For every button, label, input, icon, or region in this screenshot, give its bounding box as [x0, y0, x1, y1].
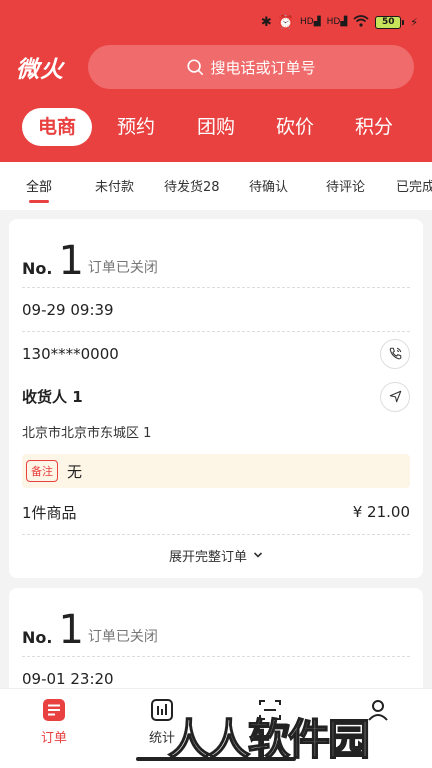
phone-icon — [389, 347, 401, 360]
app-header: ✱ ⏰ HD▟ HD▟ 50 ⚡ 微火 搜电话或订单号 电商 预约 团购 砍价 … — [0, 0, 432, 162]
receiver-address: 北京市北京市东城区 1 — [22, 425, 152, 441]
tab-to-ship[interactable]: 待发货28 — [164, 176, 220, 195]
hd-signal-icon: HD▟ — [326, 16, 348, 27]
nav-orders[interactable]: 订单 — [24, 697, 84, 746]
navigation-arrow-icon — [389, 390, 401, 403]
order-icon — [43, 699, 65, 721]
battery-level: 50 — [375, 15, 402, 29]
search-placeholder: 搜电话或订单号 — [210, 58, 316, 77]
order-number-row: No. 1 订单已关闭 — [22, 588, 410, 650]
charging-icon: ⚡ — [410, 15, 418, 29]
search-icon — [187, 59, 204, 76]
category-points[interactable]: 积分 — [352, 108, 396, 146]
expand-order-button[interactable]: 展开完整订单 — [22, 535, 410, 575]
order-number-row: No. 1 订单已关闭 — [22, 219, 410, 281]
order-number: 1 — [58, 607, 84, 653]
goods-count: 1件商品 — [22, 503, 77, 522]
receiver-name: 收货人 1 — [22, 388, 83, 406]
order-status: 订单已关闭 — [87, 260, 158, 276]
search-input[interactable]: 搜电话或订单号 — [88, 45, 414, 89]
order-time: 09-29 09:39 — [22, 300, 114, 319]
phone-row: 130****0000 — [22, 332, 410, 375]
remark-text: 无 — [67, 462, 83, 481]
tab-all[interactable]: 全部 — [26, 176, 52, 195]
order-price: ¥ 21.00 — [352, 503, 410, 521]
tab-to-confirm[interactable]: 待确认 — [249, 176, 288, 195]
order-status: 订单已关闭 — [87, 629, 158, 645]
order-status-tabs: 全部 未付款 待发货28 待确认 待评论 已完成 — [0, 162, 432, 210]
bluetooth-icon: ✱ — [260, 14, 272, 30]
category-group-buy[interactable]: 团购 — [194, 108, 238, 146]
call-button[interactable] — [380, 338, 410, 369]
hd-signal-icon: HD▟ — [300, 16, 321, 27]
battery-icon: 50 — [375, 15, 405, 29]
app-logo: 微火 — [16, 56, 64, 83]
navigate-button[interactable] — [380, 381, 410, 412]
wifi-icon — [353, 14, 369, 30]
expand-label: 展开完整订单 — [168, 549, 247, 565]
home-indicator[interactable] — [136, 757, 296, 761]
user-icon — [368, 700, 388, 721]
active-tab-indicator — [29, 200, 49, 203]
order-number: 1 — [58, 238, 84, 284]
order-time-row: 09-29 09:39 — [22, 288, 410, 331]
order-no-label: No. — [22, 628, 53, 647]
alarm-icon: ⏰ — [277, 14, 295, 30]
order-time: 09-01 23:20 — [22, 669, 114, 688]
category-ecommerce[interactable]: 电商 — [22, 108, 92, 146]
remark-tag: 备注 — [26, 460, 58, 482]
goods-row: 1件商品 ¥ 21.00 — [22, 490, 410, 534]
category-tabs: 电商 预约 团购 砍价 积分 — [0, 108, 432, 148]
category-booking[interactable]: 预约 — [114, 108, 158, 146]
customer-phone: 130****0000 — [22, 344, 119, 363]
nav-orders-label: 订单 — [40, 731, 67, 746]
chevron-down-icon — [253, 552, 263, 558]
status-bar: ✱ ⏰ HD▟ HD▟ 50 ⚡ — [0, 0, 432, 44]
tab-unpaid[interactable]: 未付款 — [95, 176, 134, 195]
order-no-label: No. — [22, 259, 53, 278]
receiver-row: 收货人 1 — [22, 375, 410, 418]
tab-to-review[interactable]: 待评论 — [326, 176, 365, 195]
order-card[interactable]: No. 1 订单已关闭 09-29 09:39 130****0000 收货人 … — [9, 219, 423, 578]
remark-box: 备注 无 — [22, 454, 410, 488]
category-bargain[interactable]: 砍价 — [273, 108, 317, 146]
tab-completed[interactable]: 已完成 — [396, 176, 432, 195]
